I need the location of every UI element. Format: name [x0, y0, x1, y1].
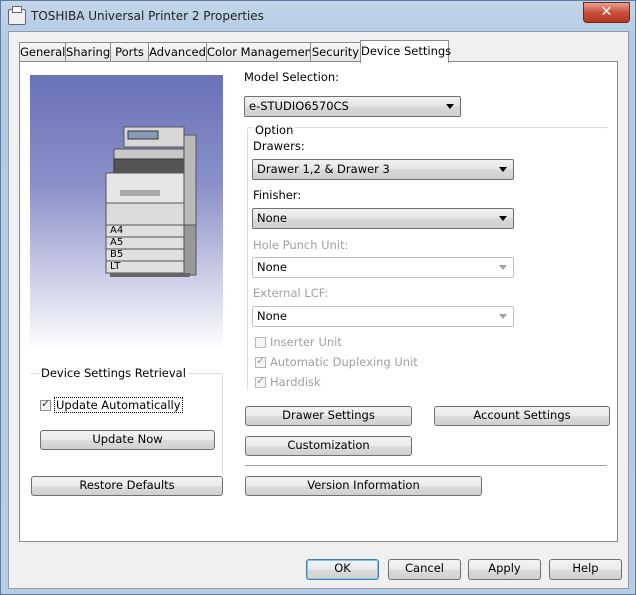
harddisk-label: Harddisk — [270, 375, 321, 389]
model-selection-value: e-STUDIO6570CS — [249, 99, 349, 113]
printer-preview: A4 A5 B5 LT — [30, 75, 223, 350]
account-settings-button[interactable]: Account Settings — [434, 406, 610, 426]
cancel-button[interactable]: Cancel — [388, 559, 461, 580]
tab-general[interactable]: General — [19, 42, 66, 62]
properties-window: TOSHIBA Universal Printer 2 Properties ✕… — [0, 0, 636, 595]
tab-security[interactable]: Security — [310, 42, 361, 62]
chevron-down-icon — [499, 314, 507, 319]
harddisk-checkbox[interactable] — [255, 374, 266, 388]
automatic-duplexing-checkbox[interactable] — [255, 354, 266, 368]
hole-punch-value: None — [257, 260, 288, 274]
update-automatically-label[interactable]: Update Automatically — [54, 397, 183, 413]
external-lcf-label: External LCF: — [253, 286, 329, 300]
inserter-unit-label: Inserter Unit — [270, 335, 342, 349]
drawers-dropdown[interactable]: Drawer 1,2 & Drawer 3 — [252, 159, 514, 180]
tray-label-a4: A4 — [110, 225, 124, 236]
finisher-label: Finisher: — [253, 188, 302, 202]
finisher-dropdown[interactable]: None — [252, 208, 514, 229]
window-title: TOSHIBA Universal Printer 2 Properties — [31, 9, 264, 23]
finisher-value: None — [257, 211, 288, 225]
external-lcf-value: None — [257, 309, 288, 323]
tray-label-b5: B5 — [110, 249, 124, 260]
tray-label-lt: LT — [110, 261, 121, 272]
chevron-down-icon — [499, 167, 507, 172]
automatic-duplexing-label: Automatic Duplexing Unit — [270, 355, 418, 369]
close-button[interactable]: ✕ — [583, 2, 630, 23]
restore-defaults-button[interactable]: Restore Defaults — [31, 476, 223, 496]
retrieval-group-label: Device Settings Retrieval — [39, 366, 188, 380]
device-settings-panel: A4 A5 B5 LT Device Settings Retrieval Up… — [19, 61, 618, 542]
drawer-settings-button[interactable]: Drawer Settings — [245, 406, 412, 426]
model-selection-dropdown[interactable]: e-STUDIO6570CS — [244, 96, 461, 117]
customization-button[interactable]: Customization — [245, 436, 412, 456]
version-information-button[interactable]: Version Information — [245, 476, 482, 496]
retrieval-group — [30, 373, 223, 474]
update-now-button[interactable]: Update Now — [40, 430, 215, 450]
hole-punch-dropdown[interactable]: None — [252, 257, 514, 278]
update-automatically-checkbox[interactable] — [40, 397, 51, 411]
inserter-unit-checkbox[interactable] — [255, 337, 266, 348]
external-lcf-dropdown[interactable]: None — [252, 306, 514, 327]
dialog-client: General Sharing Ports Advanced Color Man… — [8, 31, 629, 589]
help-button[interactable]: Help — [549, 559, 622, 580]
chevron-down-icon — [446, 104, 454, 109]
tab-ports[interactable]: Ports — [110, 42, 149, 62]
drawers-label: Drawers: — [253, 139, 305, 153]
ok-button[interactable]: OK — [306, 559, 379, 580]
divider — [245, 465, 607, 467]
tab-device-settings[interactable]: Device Settings — [360, 40, 451, 63]
tab-advanced[interactable]: Advanced — [148, 42, 207, 62]
printer-icon — [8, 6, 26, 25]
chevron-down-icon — [499, 265, 507, 270]
hole-punch-label: Hole Punch Unit: — [253, 238, 349, 252]
tab-color-management[interactable]: Color Management — [206, 42, 316, 62]
tray-label-a5: A5 — [110, 237, 124, 248]
title-bar[interactable]: TOSHIBA Universal Printer 2 Properties ✕ — [1, 1, 635, 33]
drawers-value: Drawer 1,2 & Drawer 3 — [257, 162, 390, 176]
tab-sharing[interactable]: Sharing — [65, 42, 111, 62]
option-group-label: Option — [253, 123, 296, 137]
chevron-down-icon — [499, 216, 507, 221]
apply-button[interactable]: Apply — [468, 559, 541, 580]
model-selection-label: Model Selection: — [244, 70, 340, 84]
mfp-printer-icon — [105, 126, 197, 277]
